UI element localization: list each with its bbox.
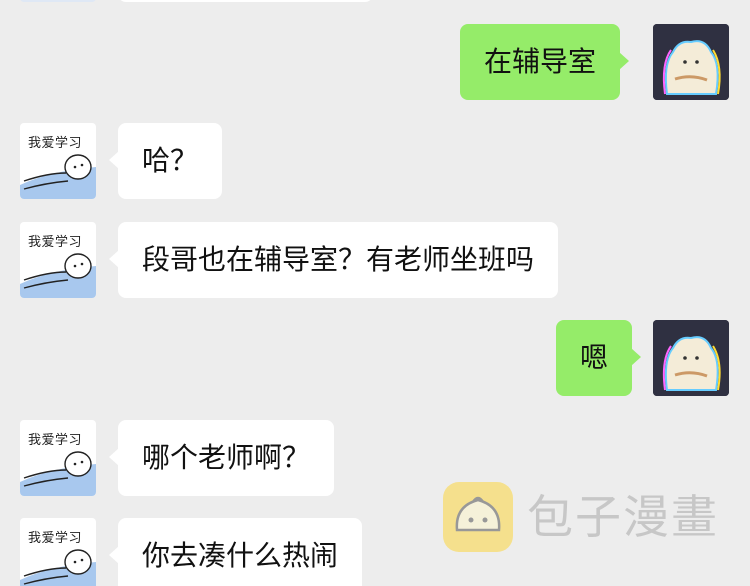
- watermark-text: 包子漫畫: [527, 490, 719, 544]
- self-avatar[interactable]: [653, 24, 729, 100]
- lying-cartoon-avatar-icon: [20, 451, 96, 496]
- message-bubble-cut-off[interactable]: [118, 0, 373, 2]
- message-bubble-contact[interactable]: 哪个老师啊？: [108, 420, 335, 496]
- contact-avatar[interactable]: 我爱学习: [20, 518, 96, 586]
- message-bubble-self[interactable]: 在辅导室: [460, 24, 630, 100]
- lying-cartoon-avatar-icon: [20, 253, 96, 298]
- message-bubble-contact[interactable]: 段哥也在辅导室？有老师坐班吗: [108, 222, 559, 298]
- message-text: 段哥也在辅导室？有老师坐班吗: [142, 243, 535, 276]
- contact-avatar[interactable]: 我爱学习: [20, 123, 96, 199]
- bun-logo-icon: [443, 482, 513, 552]
- message-text: 哈？: [142, 144, 199, 177]
- lying-cartoon-avatar-icon: [20, 549, 96, 586]
- contact-avatar[interactable]: 我爱学习: [20, 420, 96, 496]
- fluffy-creature-avatar-icon: [653, 320, 729, 396]
- contact-avatar[interactable]: 我爱学习: [20, 222, 96, 298]
- message-bubble-contact[interactable]: 你去凑什么热闹: [108, 518, 363, 586]
- message-text: 哪个老师啊？: [142, 441, 311, 474]
- fluffy-creature-avatar-icon: [653, 24, 729, 100]
- watermark: 包子漫畫: [443, 482, 733, 552]
- contact-avatar[interactable]: [20, 0, 96, 2]
- self-avatar[interactable]: [653, 320, 729, 396]
- chat-message-list[interactable]: 在辅导室 我爱学习 哈？ 我爱学习 段哥也在辅导室？有老师坐班吗 嗯 我爱学习 …: [0, 0, 750, 586]
- message-text: 你去凑什么热闹: [142, 539, 339, 572]
- message-bubble-self[interactable]: 嗯: [556, 320, 642, 396]
- message-bubble-contact[interactable]: 哈？: [108, 123, 223, 199]
- message-text: 嗯: [580, 341, 609, 374]
- lying-cartoon-avatar-icon: [20, 154, 96, 199]
- message-text: 在辅导室: [484, 45, 597, 78]
